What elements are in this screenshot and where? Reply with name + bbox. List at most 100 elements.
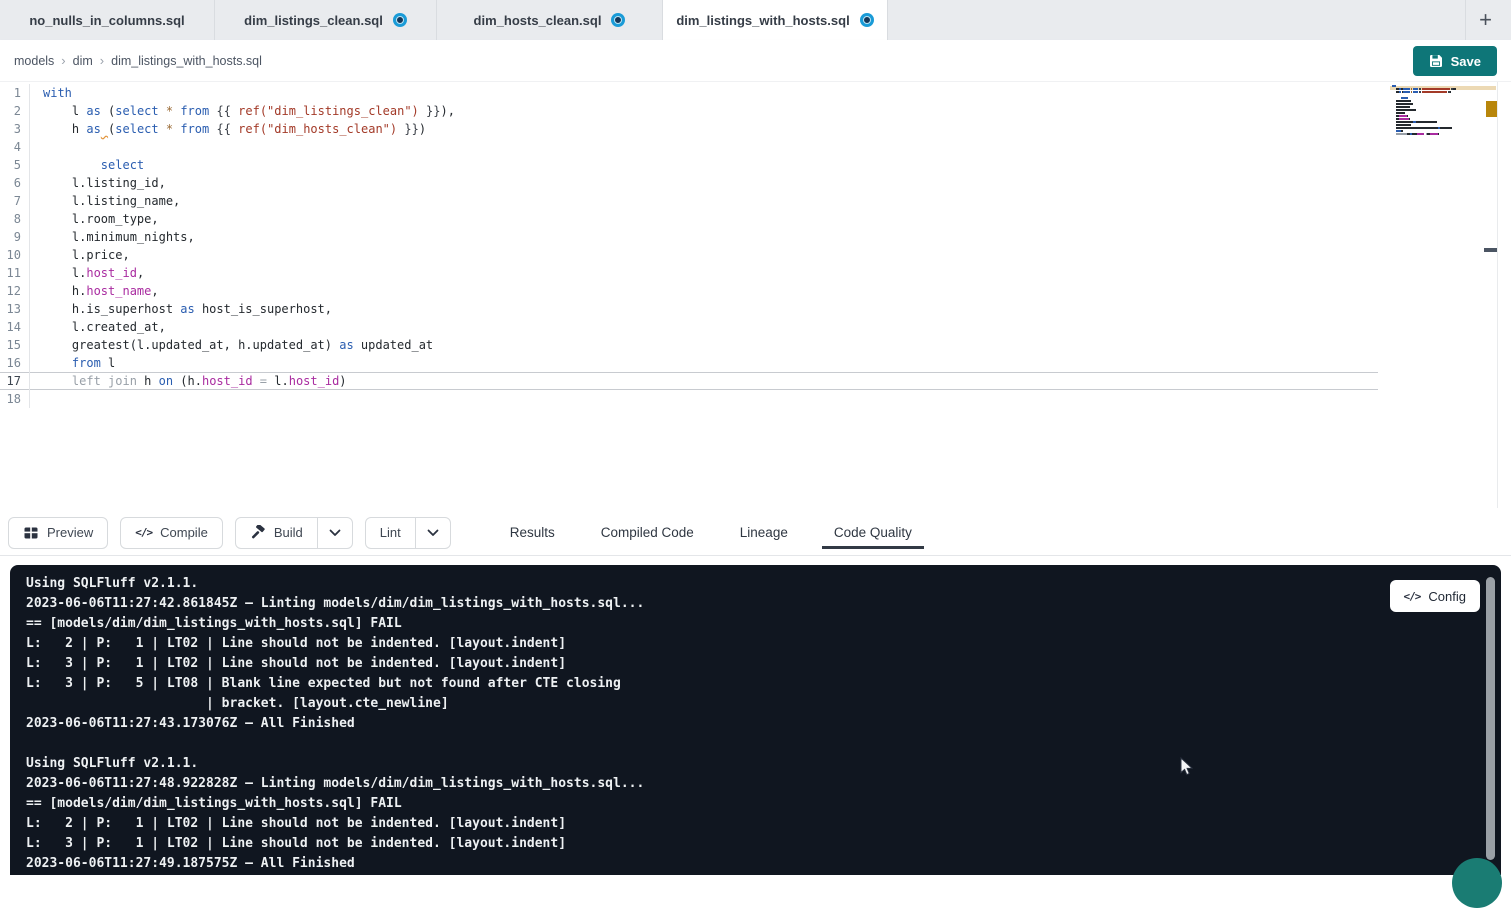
line-number: 6 bbox=[0, 174, 30, 192]
code-editor[interactable]: 1with2 l as (select * from {{ ref("dim_l… bbox=[0, 82, 1511, 510]
file-tab-bar: no_nulls_in_columns.sql dim_listings_cle… bbox=[0, 0, 1511, 40]
build-options-dropdown[interactable] bbox=[317, 518, 352, 548]
code-icon: </> bbox=[1404, 590, 1421, 603]
line-number: 17 bbox=[0, 372, 30, 390]
code-line[interactable]: 1with bbox=[0, 84, 1378, 102]
line-number: 15 bbox=[0, 336, 30, 354]
build-button[interactable]: Build bbox=[236, 518, 317, 548]
breadcrumb-bar: models › dim › dim_listings_with_hosts.s… bbox=[0, 40, 1511, 82]
code-line[interactable]: 10 l.price, bbox=[0, 246, 1378, 264]
plus-icon: + bbox=[1479, 7, 1492, 33]
line-number: 4 bbox=[0, 138, 30, 156]
code-icon: </> bbox=[135, 526, 152, 539]
code-line[interactable]: 15 greatest(l.updated_at, h.updated_at) … bbox=[0, 336, 1378, 354]
code-line[interactable]: 9 l.minimum_nights, bbox=[0, 228, 1378, 246]
line-number: 7 bbox=[0, 192, 30, 210]
code-line[interactable]: 8 l.room_type, bbox=[0, 210, 1378, 228]
breadcrumb-item-file: dim_listings_with_hosts.sql bbox=[111, 54, 262, 68]
lint-button-label: Lint bbox=[380, 525, 401, 540]
chevron-down-icon bbox=[329, 529, 341, 537]
line-number: 5 bbox=[0, 156, 30, 174]
code-line[interactable]: 13 h.is_superhost as host_is_superhost, bbox=[0, 300, 1378, 318]
code-line[interactable]: 18 bbox=[0, 390, 1378, 408]
line-number: 1 bbox=[0, 84, 30, 102]
line-number: 10 bbox=[0, 246, 30, 264]
file-tab-dim-listings-with-hosts[interactable]: dim_listings_with_hosts.sql bbox=[663, 0, 888, 40]
tab-results-label: Results bbox=[510, 525, 555, 540]
action-toolbar: Preview </> Compile Build Lint bbox=[0, 510, 1511, 556]
file-tab-dim-listings-clean[interactable]: dim_listings_clean.sql bbox=[215, 0, 437, 40]
tab-lineage[interactable]: Lineage bbox=[725, 510, 803, 555]
terminal-scrollbar-thumb[interactable] bbox=[1486, 577, 1495, 860]
scroll-position-marker bbox=[1484, 248, 1497, 252]
line-number: 14 bbox=[0, 318, 30, 336]
code-line[interactable]: 11 l.host_id, bbox=[0, 264, 1378, 282]
chevron-down-icon bbox=[427, 529, 439, 537]
chevron-right-icon: › bbox=[61, 53, 65, 68]
chevron-right-icon: › bbox=[100, 53, 104, 68]
tab-code-quality[interactable]: Code Quality bbox=[819, 510, 927, 555]
code-line[interactable]: 2 l as (select * from {{ ref("dim_listin… bbox=[0, 102, 1378, 120]
line-number: 3 bbox=[0, 120, 30, 138]
tab-code-quality-label: Code Quality bbox=[834, 525, 912, 540]
file-tab-label: no_nulls_in_columns.sql bbox=[29, 13, 184, 28]
terminal-output: Using SQLFluff v2.1.1. 2023-06-06T11:27:… bbox=[26, 574, 644, 874]
code-line[interactable]: 5 select bbox=[0, 156, 1378, 174]
save-floppy-icon bbox=[1429, 54, 1443, 68]
mouse-cursor bbox=[1180, 757, 1194, 777]
minimap[interactable] bbox=[1392, 85, 1464, 139]
tab-results[interactable]: Results bbox=[495, 510, 570, 555]
compile-button-label: Compile bbox=[160, 525, 208, 540]
line-number: 2 bbox=[0, 102, 30, 120]
file-tab-label: dim_listings_with_hosts.sql bbox=[676, 13, 849, 28]
new-tab-button[interactable]: + bbox=[1465, 0, 1505, 40]
config-button[interactable]: </> Config bbox=[1390, 580, 1480, 612]
unsaved-changes-icon[interactable] bbox=[611, 13, 625, 27]
line-number: 18 bbox=[0, 390, 30, 408]
line-number: 11 bbox=[0, 264, 30, 282]
breadcrumb-item-dim: dim bbox=[73, 54, 93, 68]
tab-compiled-code[interactable]: Compiled Code bbox=[586, 510, 709, 555]
unsaved-changes-icon[interactable] bbox=[860, 13, 874, 27]
editor-scrollbar-track[interactable] bbox=[1497, 82, 1498, 508]
file-tab-label: dim_listings_clean.sql bbox=[244, 13, 383, 28]
line-number: 9 bbox=[0, 228, 30, 246]
line-number: 13 bbox=[0, 300, 30, 318]
save-button-label: Save bbox=[1451, 54, 1481, 69]
file-tab-no-nulls-in-columns[interactable]: no_nulls_in_columns.sql bbox=[0, 0, 215, 40]
line-number: 12 bbox=[0, 282, 30, 300]
code-line[interactable]: 12 h.host_name, bbox=[0, 282, 1378, 300]
config-button-label: Config bbox=[1428, 589, 1466, 604]
build-button-label: Build bbox=[274, 525, 303, 540]
code-line[interactable]: 16 from l bbox=[0, 354, 1378, 372]
code-lines[interactable]: 1with2 l as (select * from {{ ref("dim_l… bbox=[0, 82, 1511, 408]
lint-output-terminal: Using SQLFluff v2.1.1. 2023-06-06T11:27:… bbox=[10, 565, 1501, 875]
lint-options-dropdown[interactable] bbox=[415, 518, 450, 548]
lint-warning-marker bbox=[1486, 101, 1497, 117]
save-button[interactable]: Save bbox=[1413, 46, 1497, 76]
preview-button[interactable]: Preview bbox=[8, 517, 108, 549]
code-line[interactable]: 7 l.listing_name, bbox=[0, 192, 1378, 210]
help-bubble-button[interactable] bbox=[1452, 858, 1502, 908]
tab-lineage-label: Lineage bbox=[740, 525, 788, 540]
file-tab-label: dim_hosts_clean.sql bbox=[474, 13, 602, 28]
code-line[interactable]: 6 l.listing_id, bbox=[0, 174, 1378, 192]
file-tab-dim-hosts-clean[interactable]: dim_hosts_clean.sql bbox=[437, 0, 663, 40]
tab-compiled-code-label: Compiled Code bbox=[601, 525, 694, 540]
code-line[interactable]: 14 l.created_at, bbox=[0, 318, 1378, 336]
table-grid-icon bbox=[23, 525, 39, 541]
code-line[interactable]: 3 h as (select * from {{ ref("dim_hosts_… bbox=[0, 120, 1378, 138]
preview-button-label: Preview bbox=[47, 525, 93, 540]
hammer-icon bbox=[250, 525, 266, 541]
line-number: 8 bbox=[0, 210, 30, 228]
build-split-button[interactable]: Build bbox=[235, 517, 353, 549]
lint-button[interactable]: Lint bbox=[366, 518, 415, 548]
result-panel-tabs: Results Compiled Code Lineage Code Quali… bbox=[495, 510, 927, 555]
code-line[interactable]: 17 left join h on (h.host_id = l.host_id… bbox=[0, 372, 1378, 390]
unsaved-changes-icon[interactable] bbox=[393, 13, 407, 27]
line-number: 16 bbox=[0, 354, 30, 372]
compile-button[interactable]: </> Compile bbox=[120, 517, 223, 549]
lint-split-button[interactable]: Lint bbox=[365, 517, 451, 549]
breadcrumb-item-models: models bbox=[14, 54, 54, 68]
code-line[interactable]: 4 bbox=[0, 138, 1378, 156]
